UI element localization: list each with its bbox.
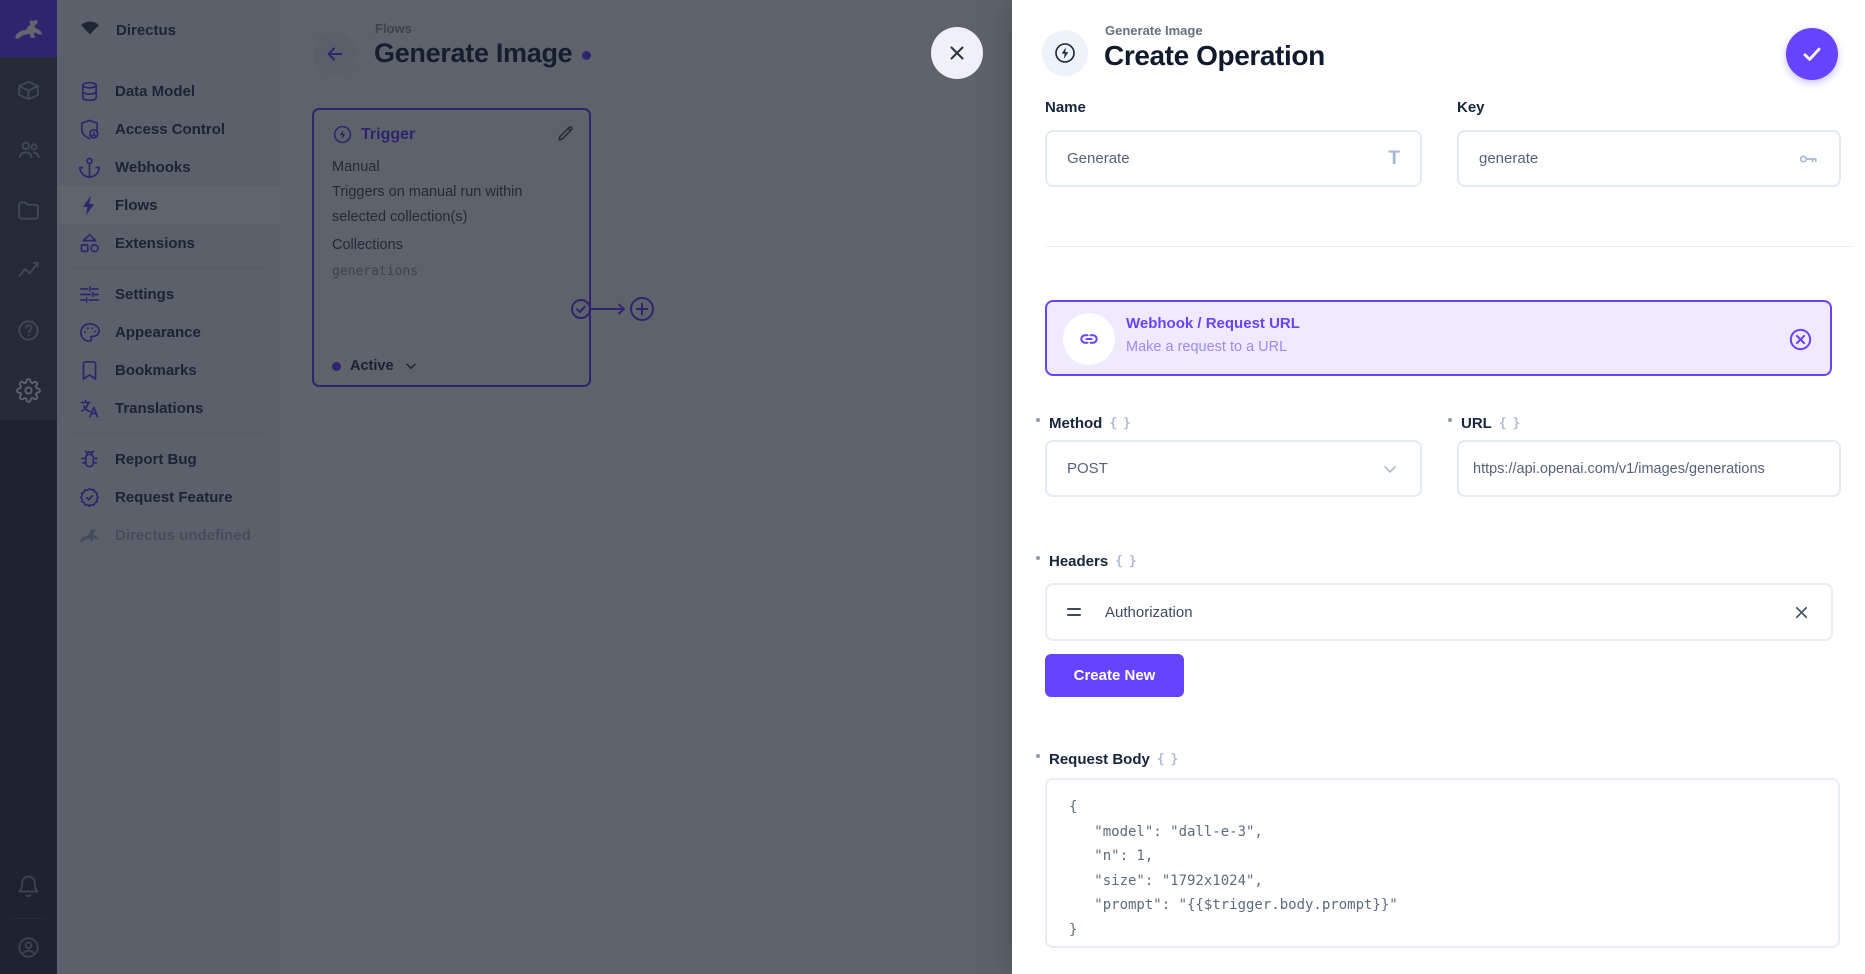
key-icon xyxy=(1797,148,1819,170)
method-label: Method { } xyxy=(1045,415,1130,432)
raw-value-icon[interactable]: { } xyxy=(1157,752,1177,767)
link-icon xyxy=(1077,327,1101,351)
edited-dot-icon xyxy=(1448,418,1452,422)
drawer-title: Create Operation xyxy=(1104,40,1325,72)
operation-type-card[interactable]: Webhook / Request URL Make a request to … xyxy=(1045,300,1832,376)
method-select[interactable]: POST xyxy=(1045,440,1422,497)
close-icon xyxy=(1792,603,1811,622)
text-type-icon: T xyxy=(1388,148,1400,170)
raw-value-icon[interactable]: { } xyxy=(1109,416,1129,431)
deselect-operation-button[interactable] xyxy=(1787,326,1814,353)
check-icon xyxy=(1799,41,1825,67)
key-label: Key xyxy=(1457,99,1485,116)
drawer-breadcrumb: Generate Image xyxy=(1105,23,1203,38)
create-operation-drawer: Generate Image Create Operation Name Gen… xyxy=(1012,0,1865,974)
name-label: Name xyxy=(1045,99,1086,116)
link-icon-circle xyxy=(1063,313,1115,365)
request-body-label: Request Body { } xyxy=(1045,751,1177,768)
operation-header-icon xyxy=(1042,30,1088,76)
raw-value-icon[interactable]: { } xyxy=(1115,554,1135,569)
key-input[interactable]: generate xyxy=(1457,130,1841,187)
header-row-value[interactable]: Authorization xyxy=(1105,604,1193,621)
headers-label: Headers { } xyxy=(1045,553,1136,570)
close-icon xyxy=(946,42,968,64)
drag-handle-icon[interactable] xyxy=(1067,608,1081,616)
close-drawer-button[interactable] xyxy=(931,27,983,79)
section-divider xyxy=(1045,246,1852,247)
drawer-overlay[interactable] xyxy=(0,0,1012,974)
name-input[interactable]: Generate T xyxy=(1045,130,1422,187)
edited-dot-icon xyxy=(1036,556,1040,560)
raw-value-icon[interactable]: { } xyxy=(1499,416,1519,431)
create-new-button[interactable]: Create New xyxy=(1045,654,1184,697)
remove-header-button[interactable] xyxy=(1792,603,1811,622)
directus-app: Directus Data Model Access Control Webho… xyxy=(0,0,1865,974)
bolt-circle-icon xyxy=(1053,41,1077,65)
edited-dot-icon xyxy=(1036,418,1040,422)
save-operation-button[interactable] xyxy=(1786,28,1838,80)
request-body-editor[interactable]: { "model": "dall-e-3", "n": 1, "size": "… xyxy=(1045,778,1840,948)
cancel-circle-icon xyxy=(1787,326,1814,353)
chevron-down-icon xyxy=(1380,459,1400,479)
url-input[interactable]: https://api.openai.com/v1/images/generat… xyxy=(1457,440,1841,497)
operation-type-title: Webhook / Request URL xyxy=(1126,315,1300,332)
operation-type-subtitle: Make a request to a URL xyxy=(1126,339,1287,355)
url-label: URL { } xyxy=(1457,415,1519,432)
header-row[interactable]: Authorization xyxy=(1045,583,1833,641)
edited-dot-icon xyxy=(1036,754,1040,758)
